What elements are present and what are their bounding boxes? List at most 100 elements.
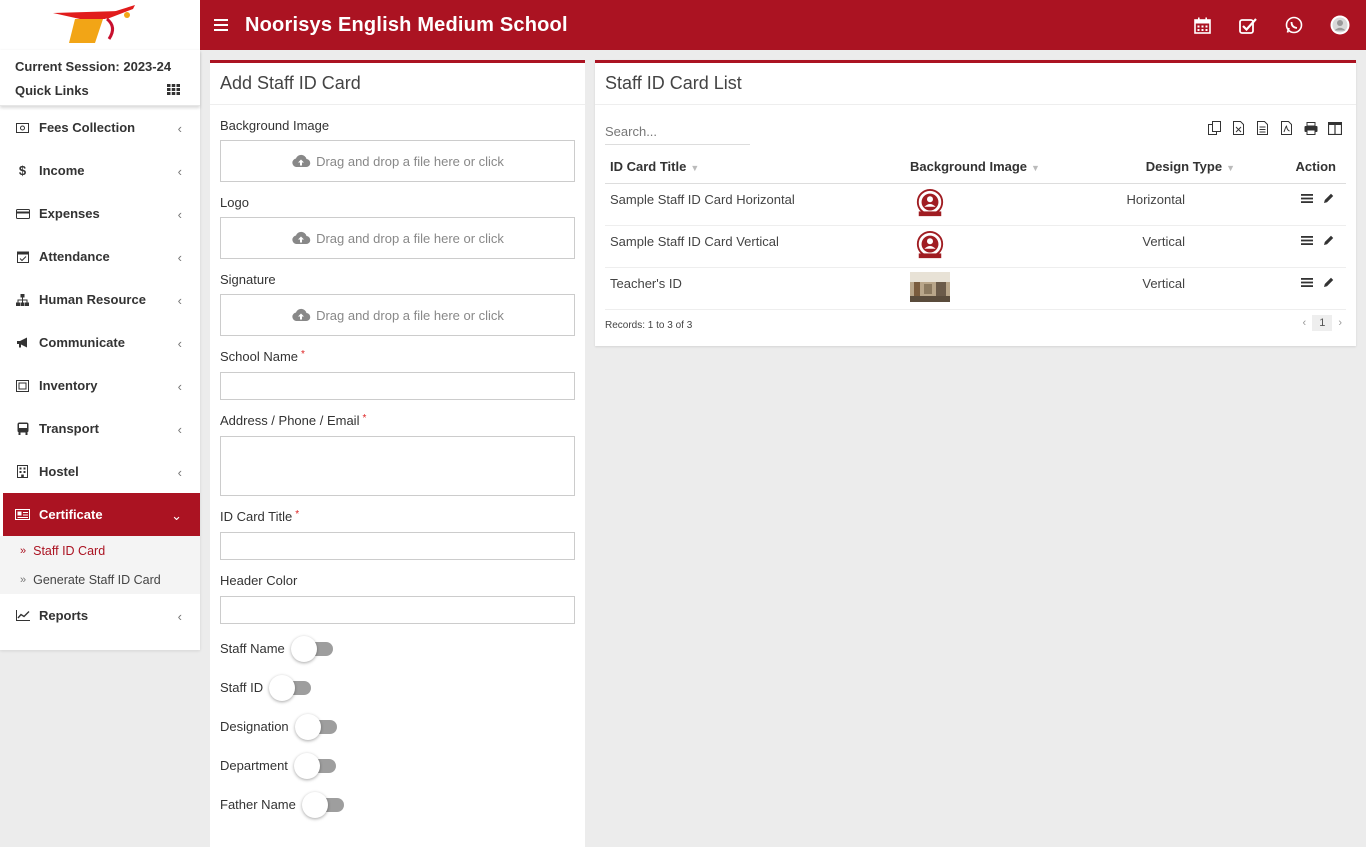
next-page-icon[interactable]: › [1338, 317, 1342, 329]
sidebar-item-label: Income [39, 163, 85, 178]
pencil-icon[interactable] [1323, 276, 1334, 291]
columns-icon[interactable] [1327, 119, 1342, 137]
chevron-left-icon: ‹ [177, 336, 182, 351]
pagination: ‹ 1 › [1303, 315, 1342, 331]
chevron-left-icon: ‹ [177, 379, 182, 394]
sidebar-item-label: Inventory [39, 378, 98, 393]
staff-id-toggle[interactable] [269, 674, 312, 701]
pencil-icon[interactable] [1323, 192, 1334, 207]
chevron-down-icon: ⌄ [171, 508, 182, 523]
building-icon [15, 464, 30, 479]
sidebar-item-attendance[interactable]: Attendance ‹ [0, 235, 200, 278]
add-staff-id-card-panel: Add Staff ID Card Background Image Drag … [210, 60, 585, 847]
toggle-row-father-name: Father Name [220, 785, 575, 824]
address-textarea[interactable] [220, 436, 575, 496]
chevron-left-icon: ‹ [177, 465, 182, 480]
column-header-background-image[interactable]: Background Image ▼ [905, 151, 1105, 184]
sidebar-item-hostel[interactable]: Hostel ‹ [0, 450, 200, 493]
background-image-label: Background Image [220, 118, 330, 133]
designation-toggle[interactable] [294, 713, 337, 740]
logo-icon [53, 5, 135, 43]
sidebar-item-communicate[interactable]: Communicate ‹ [0, 321, 200, 364]
staff-id-card-list-panel: Staff ID Card List Search... ID Card Tit… [595, 60, 1356, 346]
prev-page-icon[interactable]: ‹ [1303, 317, 1307, 329]
user-avatar-icon[interactable] [1328, 13, 1352, 37]
submenu-item-staff-id-card[interactable]: » Staff ID Card [0, 536, 200, 565]
column-header-id-card-title[interactable]: ID Card Title ▼ [605, 151, 905, 184]
department-toggle[interactable] [293, 752, 336, 779]
calendar-icon[interactable] [1190, 13, 1214, 37]
sidebar-item-label: Certificate [39, 507, 103, 522]
quick-links[interactable]: Quick Links [15, 83, 185, 107]
cell-design-type: Vertical [1105, 225, 1245, 268]
background-image-dropzone[interactable]: Drag and drop a file here or click [220, 140, 575, 182]
sidebar-item-transport[interactable]: Transport ‹ [0, 407, 200, 450]
sidebar-item-label: Reports [39, 608, 89, 623]
sidebar-item-expenses[interactable]: Expenses ‹ [0, 192, 200, 235]
submenu-item-generate-staff-id-card[interactable]: » Generate Staff ID Card [0, 565, 200, 594]
panel-title: Staff ID Card List [595, 63, 1356, 105]
copy-icon[interactable] [1207, 119, 1222, 137]
certificate-submenu: » Staff ID Card » Generate Staff ID Card [0, 536, 200, 594]
excel-icon[interactable] [1231, 119, 1246, 137]
chevron-left-icon: ‹ [177, 422, 182, 437]
sidebar-item-label: Transport [39, 421, 99, 436]
sidebar-item-label: Hostel [39, 464, 79, 479]
current-session[interactable]: Current Session: 2023-24 [15, 59, 185, 83]
cell-design-type: Vertical [1105, 267, 1245, 310]
staff-name-toggle[interactable] [290, 635, 333, 662]
inventory-icon [15, 378, 30, 393]
task-check-icon[interactable] [1236, 13, 1260, 37]
table-row: Sample Staff ID Card Horizontal Horizont… [605, 183, 1346, 226]
column-header-design-type[interactable]: Design Type ▼ [1105, 151, 1245, 184]
menu-toggle-button[interactable] [214, 19, 228, 31]
sidebar-item-label: Expenses [39, 206, 100, 221]
toggle-label: Staff Name [220, 641, 285, 656]
school-name-input[interactable] [220, 372, 575, 400]
search-input[interactable]: Search... [605, 119, 750, 145]
submenu-item-label: Generate Staff ID Card [33, 572, 161, 587]
sidebar: Current Session: 2023-24 Quick Links Fee… [0, 50, 200, 650]
line-chart-icon [15, 608, 30, 623]
list-icon[interactable] [1301, 276, 1313, 291]
print-icon[interactable] [1303, 119, 1318, 137]
sidebar-item-fees-collection[interactable]: Fees Collection ‹ [0, 106, 200, 149]
list-icon[interactable] [1301, 234, 1313, 249]
cell-action [1245, 225, 1346, 268]
list-icon[interactable] [1301, 192, 1313, 207]
chevron-left-icon: ‹ [177, 609, 182, 624]
sidebar-item-human-resource[interactable]: Human Resource ‹ [0, 278, 200, 321]
sidebar-item-inventory[interactable]: Inventory ‹ [0, 364, 200, 407]
id-card-title-input[interactable] [220, 532, 575, 560]
sidebar-item-label: Fees Collection [39, 120, 136, 135]
signature-label: Signature [220, 272, 276, 287]
sidebar-item-reports[interactable]: Reports ‹ [0, 594, 200, 637]
column-header-action: Action [1245, 151, 1346, 184]
school-name-label: School Name * [220, 349, 305, 364]
chevron-left-icon: ‹ [177, 293, 182, 308]
panel-title: Add Staff ID Card [210, 63, 585, 105]
page-number-button[interactable]: 1 [1312, 315, 1333, 331]
chevron-left-icon: ‹ [177, 121, 182, 136]
cell-design-type: Horizontal [1105, 183, 1245, 226]
header-color-input[interactable] [220, 596, 575, 624]
required-mark: * [295, 509, 300, 520]
toggle-row-staff-name: Staff Name [220, 629, 575, 668]
logo-dropzone[interactable]: Drag and drop a file here or click [220, 217, 575, 259]
sidebar-item-certificate[interactable]: Certificate ⌄ [3, 493, 200, 536]
dropzone-text: Drag and drop a file here or click [316, 307, 504, 323]
bus-icon [15, 421, 30, 436]
pdf-icon[interactable] [1279, 119, 1294, 137]
top-bar: Noorisys English Medium School [0, 0, 1366, 50]
whatsapp-icon[interactable] [1282, 13, 1306, 37]
sidebar-item-label: Human Resource [39, 292, 146, 307]
csv-icon[interactable] [1255, 119, 1270, 137]
grid-icon[interactable] [167, 83, 180, 98]
sidebar-item-income[interactable]: $ Income ‹ [0, 149, 200, 192]
records-count: Records: 1 to 3 of 3 [605, 320, 693, 331]
required-mark: * [301, 349, 305, 360]
signature-dropzone[interactable]: Drag and drop a file here or click [220, 294, 575, 336]
pencil-icon[interactable] [1323, 234, 1334, 249]
school-logo[interactable] [0, 0, 200, 50]
father-name-toggle[interactable] [301, 791, 344, 818]
